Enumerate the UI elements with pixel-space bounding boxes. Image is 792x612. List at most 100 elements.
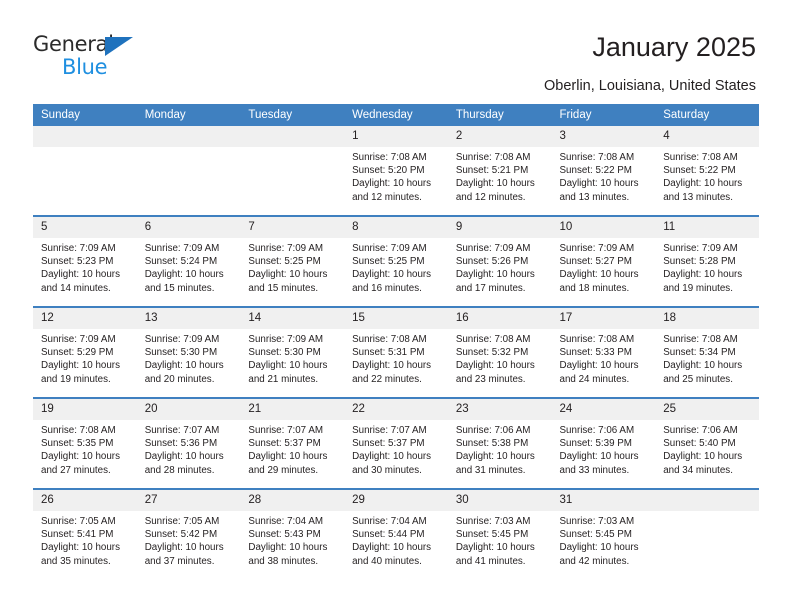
day-number: 13 [136,308,241,329]
day-details: Sunrise: 7:08 AM Sunset: 5:34 PM Daylight:… [655,329,759,386]
daylight-text: Daylight: 10 hours and 20 minutes. [144,360,224,385]
daylight-text: Daylight: 10 hours and 34 minutes. [663,451,743,476]
sunset-text: Sunset: 5:20 PM [352,165,425,177]
sunset-text: Sunset: 5:21 PM [455,165,529,177]
day-cell[interactable]: 2 Sunrise: 7:08 AM Sunset: 5:21 PM Daylight… [447,126,552,216]
day-cell[interactable]: 16 Sunrise: 7:08 AM Sunset: 5:32 PM Dayligh… [447,306,552,398]
day-number [136,126,241,147]
day-cell[interactable]: 25 Sunrise: 7:06 AM Sunset: 5:40 PM Dayligh… [655,397,759,489]
sunset-text: Sunset: 5:36 PM [144,438,218,450]
day-details: Sunrise: 7:04 AM Sunset: 5:43 PM Daylight:… [240,511,344,568]
sunset-text: Sunset: 5:24 PM [144,256,218,268]
sunset-text: Sunset: 5:28 PM [663,256,736,268]
day-details: Sunrise: 7:09 AM Sunset: 5:25 PM Daylight:… [240,238,344,295]
sunrise-text: Sunrise: 7:08 AM [455,152,531,163]
day-cell[interactable]: 5 Sunrise: 7:09 AM Sunset: 5:23 PM Daylight… [33,215,137,307]
daylight-text: Daylight: 10 hours and 22 minutes. [352,360,432,385]
sunset-text: Sunset: 5:23 PM [41,256,114,268]
day-cell[interactable]: 1 Sunrise: 7:08 AM Sunset: 5:20 PM Daylight… [344,126,448,216]
day-cell[interactable]: 7 Sunrise: 7:09 AM Sunset: 5:25 PM Daylight… [240,215,345,307]
day-number: 9 [447,217,552,238]
sunrise-text: Sunrise: 7:06 AM [455,425,531,436]
day-details: Sunrise: 7:08 AM Sunset: 5:22 PM Daylight:… [655,147,759,204]
sunrise-text: Sunrise: 7:03 AM [559,516,635,527]
day-number [655,490,759,511]
day-details: Sunrise: 7:07 AM Sunset: 5:37 PM Daylight:… [344,420,448,477]
day-cell[interactable]: 26 Sunrise: 7:05 AM Sunset: 5:41 PM Dayligh… [33,488,137,579]
day-cell[interactable]: 4 Sunrise: 7:08 AM Sunset: 5:22 PM Daylight… [655,126,759,216]
day-number: 30 [447,490,552,511]
calendar-week-row: 12 Sunrise: 7:09 AM Sunset: 5:29 PM Dayligh… [33,306,759,398]
sunset-text: Sunset: 5:37 PM [248,438,321,450]
sunrise-text: Sunrise: 7:09 AM [41,334,116,345]
day-cell[interactable]: 29 Sunrise: 7:04 AM Sunset: 5:44 PM Dayligh… [344,488,448,579]
weekday-header-tuesday: Tuesday [240,104,345,126]
day-cell[interactable]: 28 Sunrise: 7:04 AM Sunset: 5:43 PM Dayligh… [240,488,345,579]
daylight-text: Daylight: 10 hours and 27 minutes. [41,451,120,476]
daylight-text: Daylight: 10 hours and 15 minutes. [144,269,224,294]
day-cell[interactable]: 15 Sunrise: 7:08 AM Sunset: 5:31 PM Dayligh… [344,306,448,398]
calendar-header-row: Sunday Monday Tuesday Wednesday Thursday… [33,104,759,126]
day-cell[interactable]: 30 Sunrise: 7:03 AM Sunset: 5:45 PM Dayligh… [447,488,552,579]
sunset-text: Sunset: 5:38 PM [455,438,529,450]
daylight-text: Daylight: 10 hours and 42 minutes. [559,542,639,567]
day-cell[interactable]: 24 Sunrise: 7:06 AM Sunset: 5:39 PM Dayligh… [551,397,656,489]
sunset-text: Sunset: 5:25 PM [248,256,321,268]
sunset-text: Sunset: 5:39 PM [559,438,632,450]
day-details: Sunrise: 7:09 AM Sunset: 5:29 PM Daylight:… [33,329,137,386]
sunset-text: Sunset: 5:22 PM [663,165,736,177]
day-details: Sunrise: 7:05 AM Sunset: 5:41 PM Daylight:… [33,511,137,568]
day-cell[interactable]: 10 Sunrise: 7:09 AM Sunset: 5:27 PM Dayligh… [551,215,656,307]
sunrise-text: Sunrise: 7:09 AM [455,243,531,254]
day-number: 11 [655,217,759,238]
sunset-text: Sunset: 5:29 PM [41,347,114,359]
sunrise-text: Sunrise: 7:07 AM [144,425,220,436]
sunrise-text: Sunrise: 7:09 AM [663,243,738,254]
day-cell[interactable]: 6 Sunrise: 7:09 AM Sunset: 5:24 PM Daylight… [136,215,241,307]
day-cell[interactable]: 31 Sunrise: 7:03 AM Sunset: 5:45 PM Dayligh… [551,488,656,579]
sunrise-text: Sunrise: 7:08 AM [559,334,635,345]
sunset-text: Sunset: 5:45 PM [455,529,529,541]
sunset-text: Sunset: 5:31 PM [352,347,425,359]
sunset-text: Sunset: 5:32 PM [455,347,529,359]
day-cell[interactable]: 19 Sunrise: 7:08 AM Sunset: 5:35 PM Dayligh… [33,397,137,489]
daylight-text: Daylight: 10 hours and 25 minutes. [663,360,743,385]
day-cell-empty [136,126,241,216]
day-cell[interactable]: 23 Sunrise: 7:06 AM Sunset: 5:38 PM Dayligh… [447,397,552,489]
day-number: 26 [33,490,137,511]
day-cell[interactable]: 21 Sunrise: 7:07 AM Sunset: 5:37 PM Dayligh… [240,397,345,489]
day-cell[interactable]: 17 Sunrise: 7:08 AM Sunset: 5:33 PM Dayligh… [551,306,656,398]
day-cell[interactable]: 20 Sunrise: 7:07 AM Sunset: 5:36 PM Dayligh… [136,397,241,489]
day-details: Sunrise: 7:06 AM Sunset: 5:40 PM Daylight:… [655,420,759,477]
sunrise-text: Sunrise: 7:04 AM [248,516,324,527]
day-cell[interactable]: 27 Sunrise: 7:05 AM Sunset: 5:42 PM Dayligh… [136,488,241,579]
day-cell[interactable]: 8 Sunrise: 7:09 AM Sunset: 5:25 PM Daylight… [344,215,448,307]
calendar-week-row: 19 Sunrise: 7:08 AM Sunset: 5:35 PM Dayligh… [33,397,759,489]
day-number: 7 [240,217,345,238]
day-number: 2 [447,126,552,147]
day-cell[interactable]: 18 Sunrise: 7:08 AM Sunset: 5:34 PM Dayligh… [655,306,759,398]
day-cell[interactable]: 11 Sunrise: 7:09 AM Sunset: 5:28 PM Dayligh… [655,215,759,307]
sunrise-text: Sunrise: 7:06 AM [663,425,738,436]
day-cell[interactable]: 3 Sunrise: 7:08 AM Sunset: 5:22 PM Daylight… [551,126,656,216]
daylight-text: Daylight: 10 hours and 31 minutes. [455,451,535,476]
weekday-header-friday: Friday [551,104,656,126]
day-number: 23 [447,399,552,420]
day-cell[interactable]: 14 Sunrise: 7:09 AM Sunset: 5:30 PM Dayligh… [240,306,345,398]
day-cell[interactable]: 9 Sunrise: 7:09 AM Sunset: 5:26 PM Daylight… [447,215,552,307]
day-cell[interactable]: 13 Sunrise: 7:09 AM Sunset: 5:30 PM Dayligh… [136,306,241,398]
sunset-text: Sunset: 5:33 PM [559,347,632,359]
day-cell[interactable]: 22 Sunrise: 7:07 AM Sunset: 5:37 PM Dayligh… [344,397,448,489]
sunset-text: Sunset: 5:34 PM [663,347,736,359]
day-details: Sunrise: 7:08 AM Sunset: 5:31 PM Daylight:… [344,329,448,386]
day-cell[interactable]: 12 Sunrise: 7:09 AM Sunset: 5:29 PM Dayligh… [33,306,137,398]
day-number: 21 [240,399,345,420]
daylight-text: Daylight: 10 hours and 40 minutes. [352,542,432,567]
general-blue-logo[interactable]: General Blue [33,32,153,80]
day-details: Sunrise: 7:06 AM Sunset: 5:38 PM Daylight:… [448,420,552,477]
page-header: General Blue January 2025 Oberlin, Louis… [0,0,792,100]
day-details: Sunrise: 7:04 AM Sunset: 5:44 PM Daylight:… [344,511,448,568]
sunrise-text: Sunrise: 7:05 AM [41,516,116,527]
daylight-text: Daylight: 10 hours and 18 minutes. [559,269,639,294]
day-details: Sunrise: 7:08 AM Sunset: 5:35 PM Daylight:… [33,420,137,477]
